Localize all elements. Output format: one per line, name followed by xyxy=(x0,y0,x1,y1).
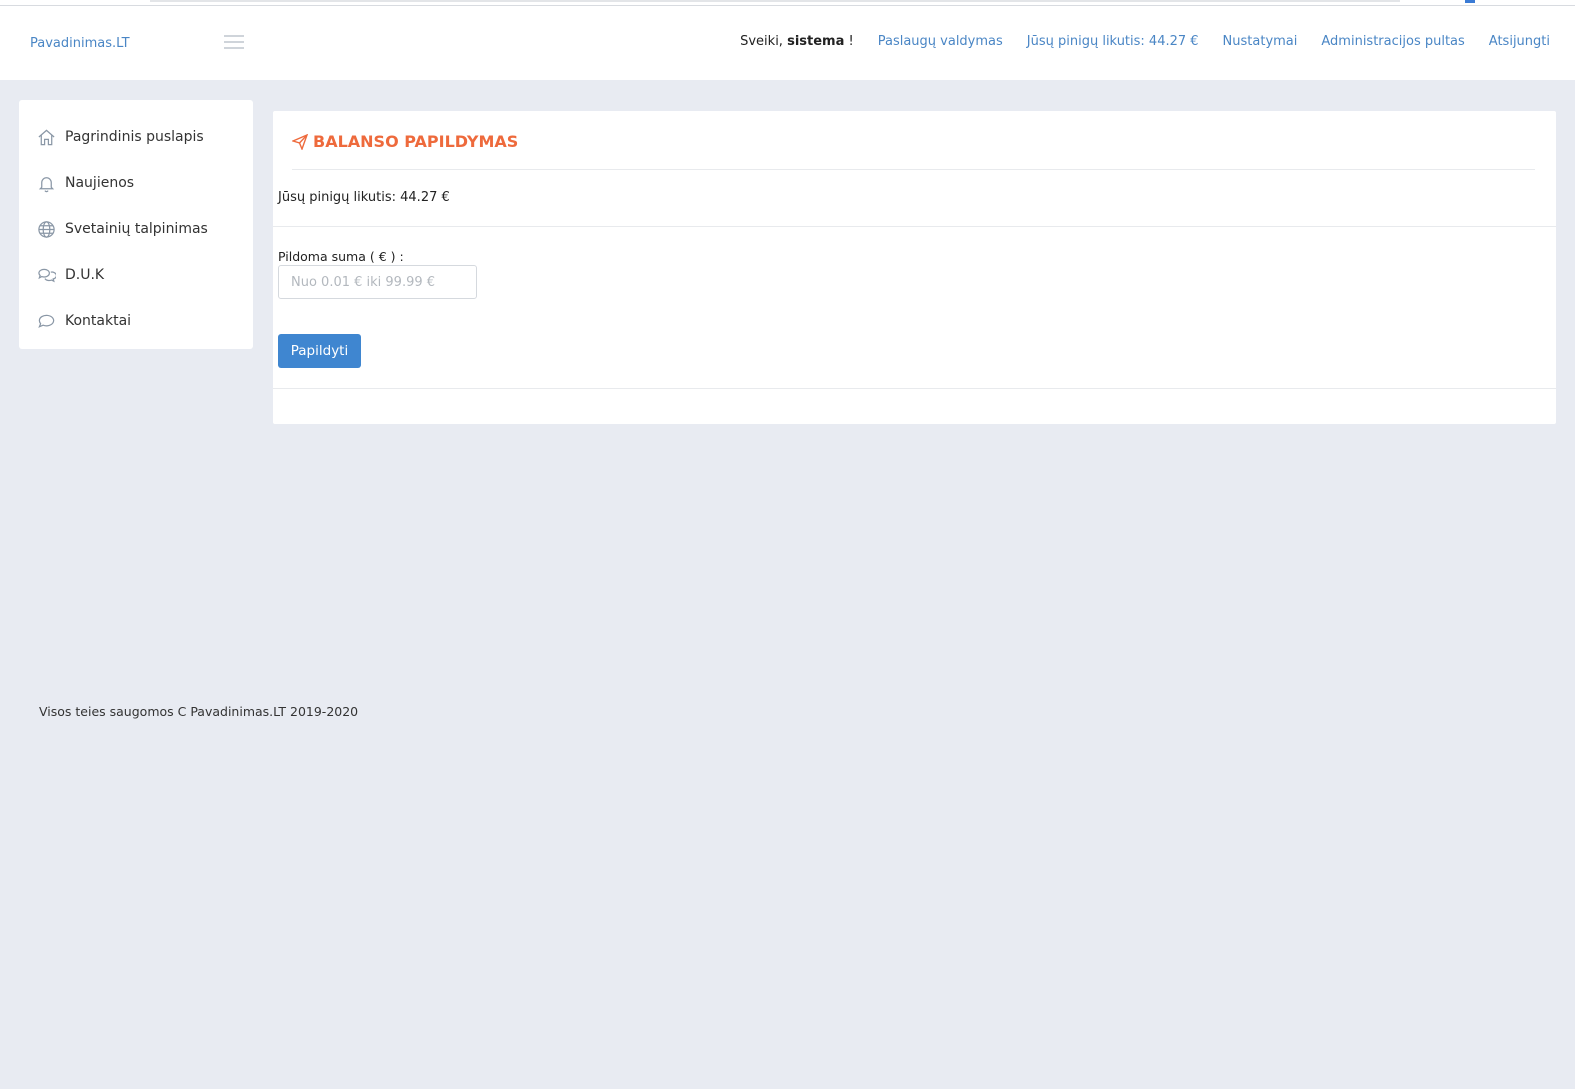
home-icon xyxy=(36,127,56,147)
divider xyxy=(292,169,1535,170)
nav-admin-link[interactable]: Administracijos pultas xyxy=(1321,34,1464,49)
speech-bubble-icon xyxy=(36,311,56,331)
footer-copyright: Visos teies saugomos C Pavadinimas.LT 20… xyxy=(39,704,359,719)
bell-icon xyxy=(36,173,56,193)
amount-label: Pildoma suma ( € ) : xyxy=(278,249,404,264)
greeting: Sveiki, sistema ! xyxy=(740,34,854,49)
sidebar-item-label: Naujienos xyxy=(65,175,135,191)
topup-button[interactable]: Papildyti xyxy=(278,334,361,368)
panel-title: BALANSO PAPILDYMAS xyxy=(292,132,518,151)
browser-indicator xyxy=(1465,0,1475,3)
sidebar-item-label: Kontaktai xyxy=(65,313,132,329)
balance-topup-panel: BALANSO PAPILDYMAS Jūsų pinigų likutis: … xyxy=(273,111,1556,424)
globe-icon xyxy=(36,219,56,239)
divider xyxy=(273,388,1556,389)
sidebar-item-home[interactable]: Pagrindinis puslapis xyxy=(19,114,253,160)
top-nav: Sveiki, sistema ! Paslaugų valdymas Jūsų… xyxy=(740,34,1550,49)
chat-bubbles-icon xyxy=(36,265,56,285)
sidebar: Pagrindinis puslapis Naujienos Svetainių… xyxy=(19,100,253,349)
sidebar-item-faq[interactable]: D.U.K xyxy=(19,252,253,298)
sidebar-item-hosting[interactable]: Svetainių talpinimas xyxy=(19,206,253,252)
divider xyxy=(273,226,1556,227)
menu-toggle-icon[interactable] xyxy=(224,35,244,51)
nav-services-link[interactable]: Paslaugų valdymas xyxy=(878,34,1003,49)
amount-input[interactable] xyxy=(278,265,477,299)
greeting-username: sistema xyxy=(787,34,845,49)
balance-text: Jūsų pinigų likutis: 44.27 € xyxy=(278,190,450,205)
nav-logout-link[interactable]: Atsijungti xyxy=(1489,34,1550,49)
address-bar-edge xyxy=(150,0,1400,2)
sidebar-item-contacts[interactable]: Kontaktai xyxy=(19,298,253,344)
paper-plane-icon xyxy=(292,133,308,150)
top-header: Pavadinimas.LT Sveiki, sistema ! Paslaug… xyxy=(0,6,1575,80)
sidebar-item-news[interactable]: Naujienos xyxy=(19,160,253,206)
sidebar-item-label: Pagrindinis puslapis xyxy=(65,129,204,145)
nav-settings-link[interactable]: Nustatymai xyxy=(1223,34,1298,49)
sidebar-item-label: Svetainių talpinimas xyxy=(65,221,208,237)
panel-title-text: BALANSO PAPILDYMAS xyxy=(313,132,519,151)
brand-link[interactable]: Pavadinimas.LT xyxy=(30,36,130,51)
sidebar-item-label: D.U.K xyxy=(65,267,105,283)
nav-balance-link[interactable]: Jūsų pinigų likutis: 44.27 € xyxy=(1027,34,1199,49)
